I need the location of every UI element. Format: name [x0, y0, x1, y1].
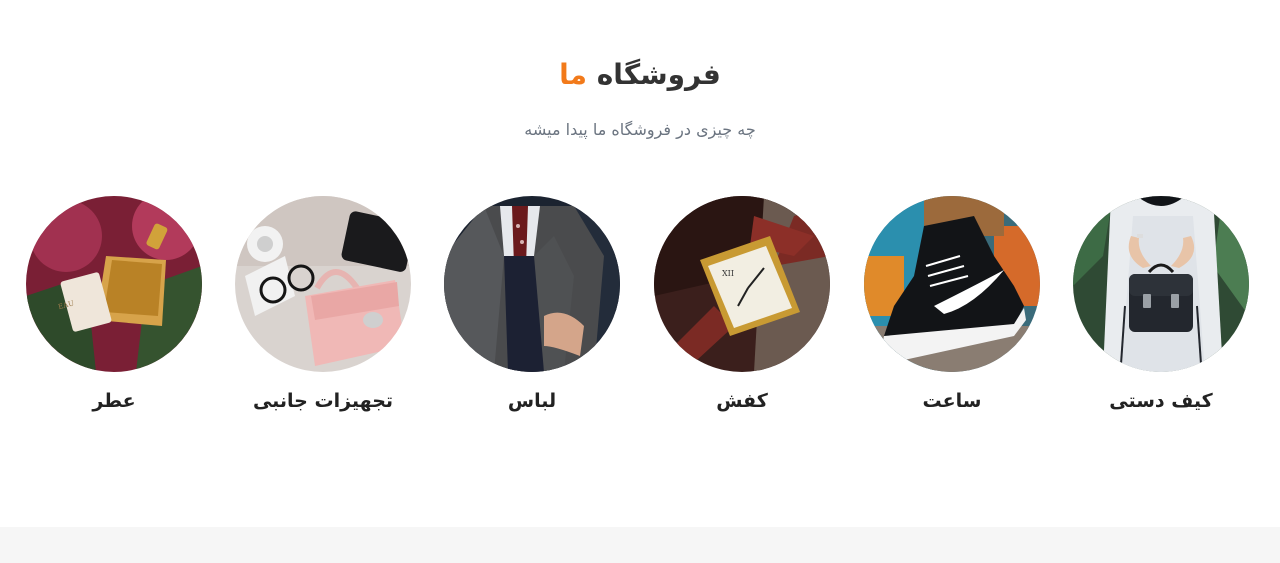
perfume-photo: EAU: [26, 196, 202, 372]
accessories-photo: #GIRLBOSS: [235, 196, 411, 372]
category-label: لباس: [507, 390, 557, 412]
section-title-main: فروشگاه: [596, 58, 721, 91]
category-label: کیف دستی: [1109, 390, 1213, 412]
category-perfume[interactable]: EAU عطر: [26, 196, 202, 412]
section-title-accent: ما: [559, 58, 588, 91]
section-subtitle: چه چیزی در فروشگاه ما پیدا میشه: [524, 120, 756, 139]
sneaker-photo: [864, 196, 1040, 372]
page: فروشگاه ما چه چیزی در فروشگاه ما پیدا می…: [0, 0, 1280, 563]
svg-text:XII: XII: [722, 269, 734, 278]
category-label: ساعت: [922, 390, 982, 412]
category-label: عطر: [92, 390, 136, 412]
svg-text:#GIRLBOSS: #GIRLBOSS: [235, 330, 252, 372]
watch-photo: XII: [654, 196, 830, 372]
footer-strip: [0, 527, 1280, 563]
category-handbag[interactable]: کیف دستی: [1073, 196, 1249, 412]
handbag-photo: [1073, 196, 1249, 372]
category-suit[interactable]: لباس: [444, 196, 620, 412]
category-accessories[interactable]: #GIRLBOSS تجهیزات جانبی: [235, 196, 411, 412]
category-label: کفش: [716, 390, 768, 412]
category-label: تجهیزات جانبی: [252, 390, 394, 412]
section-title: فروشگاه ما: [0, 58, 1280, 91]
category-watch[interactable]: XII کفش: [654, 196, 830, 412]
category-list: کیف دستی ساعت XII کفش لباس #GIRLBOSS تجه…: [0, 196, 1280, 426]
suit-photo: [444, 196, 620, 372]
category-sneaker[interactable]: ساعت: [864, 196, 1040, 412]
